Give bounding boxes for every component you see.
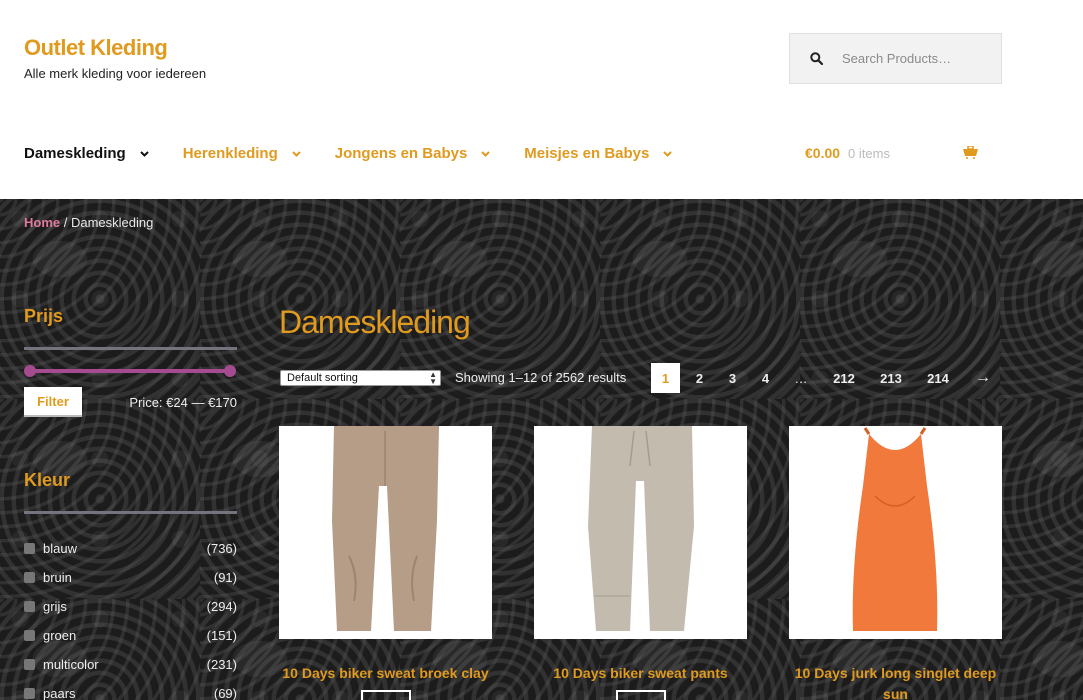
page-number[interactable]: 214 xyxy=(916,363,960,393)
pagination: 1 2 3 4 … 212 213 214 → xyxy=(651,363,1006,393)
page-number[interactable]: 4 xyxy=(751,363,780,393)
price-slider-min-handle[interactable] xyxy=(24,365,36,377)
breadcrumb: Home / Dameskleding xyxy=(24,215,153,230)
color-count: (91) xyxy=(213,570,237,585)
color-name: paars xyxy=(43,686,76,700)
result-count: Showing 1–12 of 2562 results xyxy=(455,370,627,385)
nav-item-label: Meisjes en Babys xyxy=(524,145,650,162)
product-title[interactable]: 10 Days jurk long singlet deep sun xyxy=(789,663,1002,700)
search-icon[interactable] xyxy=(790,52,842,65)
breadcrumb-current: Dameskleding xyxy=(70,215,154,230)
color-count: (69) xyxy=(213,686,237,700)
page-number-current: 1 xyxy=(651,363,680,393)
page-number[interactable]: 3 xyxy=(714,363,751,393)
cart-amount: €0.00 xyxy=(805,145,841,161)
color-name: bruin xyxy=(43,570,72,585)
widget-divider xyxy=(24,511,237,514)
nav-item-meisjes-en-babys[interactable]: Meisjes en Babys xyxy=(524,145,673,162)
sort-selected-value: Default sorting xyxy=(287,372,358,384)
search-input[interactable] xyxy=(842,51,992,66)
product-image[interactable] xyxy=(534,426,747,639)
chevron-down-icon xyxy=(292,150,301,157)
breadcrumb-home-link[interactable]: Home xyxy=(24,215,60,230)
site-title[interactable]: Outlet Kleding xyxy=(24,35,168,61)
color-filter-item[interactable]: bruin (91) xyxy=(24,563,237,592)
pagination-ellipsis: … xyxy=(794,370,808,386)
price-widget-title: Prijs xyxy=(24,306,64,326)
checkbox[interactable] xyxy=(24,601,35,612)
checkbox[interactable] xyxy=(24,688,35,699)
select-arrows-icon: ▲ ▼ xyxy=(429,370,437,386)
product-card[interactable]: 10 Days biker sweat pants xyxy=(534,426,747,700)
price-range-label: Price: €24 — €170 xyxy=(129,395,237,410)
nav-item-label: Dameskleding xyxy=(24,145,126,162)
product-image[interactable] xyxy=(789,426,1002,639)
color-widget-title: Kleur xyxy=(24,470,71,490)
color-name: grijs xyxy=(43,599,67,614)
pants-image xyxy=(588,426,694,631)
page-number[interactable]: 2 xyxy=(685,363,714,393)
product-title[interactable]: 10 Days biker sweat pants xyxy=(534,663,747,684)
pants-image xyxy=(332,426,439,631)
page-number[interactable]: 213 xyxy=(866,363,916,393)
chevron-down-icon xyxy=(140,150,149,157)
color-filter-item[interactable]: grijs (294) xyxy=(24,592,237,621)
color-name: blauw xyxy=(43,541,77,556)
color-filter-item[interactable]: blauw (736) xyxy=(24,534,237,563)
color-count: (736) xyxy=(206,541,237,556)
next-page-arrow-icon[interactable]: → xyxy=(960,363,1006,393)
cart-item-count: 0 items xyxy=(848,145,890,161)
breadcrumb-separator: / xyxy=(60,215,71,230)
checkbox[interactable] xyxy=(24,659,35,670)
color-count: (294) xyxy=(206,599,237,614)
nav-item-dameskleding[interactable]: Dameskleding xyxy=(24,145,149,162)
price-slider-track[interactable] xyxy=(30,369,230,373)
color-filter-item[interactable]: multicolor (231) xyxy=(24,650,237,679)
sort-select[interactable]: Default sorting ▲ ▼ xyxy=(280,370,441,386)
price-slider-max-handle[interactable] xyxy=(224,365,236,377)
primary-nav: Dameskleding Herenkleding Jongens en Bab… xyxy=(24,145,706,162)
shopping-basket-icon[interactable] xyxy=(963,145,978,162)
site-description: Alle merk kleding voor iedereen xyxy=(24,66,207,81)
add-to-cart-button[interactable] xyxy=(615,690,666,700)
page-number[interactable]: 212 xyxy=(822,363,866,393)
chevron-down-icon xyxy=(663,150,673,157)
nav-item-herenkleding[interactable]: Herenkleding xyxy=(183,145,301,162)
dress-image xyxy=(852,427,938,631)
nav-item-label: Herenkleding xyxy=(182,145,278,162)
color-name: groen xyxy=(43,628,77,643)
color-name: multicolor xyxy=(43,657,99,672)
widget-divider xyxy=(24,347,237,350)
product-grid: 10 Days biker sweat broek clay 10 Days b… xyxy=(279,426,1044,700)
color-count: (151) xyxy=(206,628,237,643)
main-content: Home / Dameskleding Prijs Filter Price: … xyxy=(0,199,1083,700)
product-image[interactable] xyxy=(279,426,492,639)
nav-item-label: Jongens en Babys xyxy=(334,145,468,162)
header-cart[interactable]: €0.00 0 items xyxy=(805,145,978,161)
add-to-cart-button[interactable] xyxy=(360,690,411,700)
nav-item-jongens-en-babys[interactable]: Jongens en Babys xyxy=(335,145,491,162)
color-filter-list: blauw (736) bruin (91) grijs (294) groen (15… xyxy=(24,534,237,700)
color-filter-item[interactable]: groen (151) xyxy=(24,621,237,650)
checkbox[interactable] xyxy=(24,630,35,641)
product-card[interactable]: 10 Days jurk long singlet deep sun xyxy=(789,426,1002,700)
color-filter-item[interactable]: paars (69) xyxy=(24,679,237,700)
product-card[interactable]: 10 Days biker sweat broek clay xyxy=(279,426,492,700)
site-header: Outlet Kleding Alle merk kleding voor ie… xyxy=(0,0,1083,199)
checkbox[interactable] xyxy=(24,543,35,554)
product-title[interactable]: 10 Days biker sweat broek clay xyxy=(279,663,492,684)
chevron-down-icon xyxy=(481,150,491,157)
page-title: Dameskleding xyxy=(279,304,471,340)
checkbox[interactable] xyxy=(24,572,35,583)
color-count: (231) xyxy=(206,657,237,672)
filter-button[interactable]: Filter xyxy=(24,387,82,415)
search-box xyxy=(789,33,1002,84)
